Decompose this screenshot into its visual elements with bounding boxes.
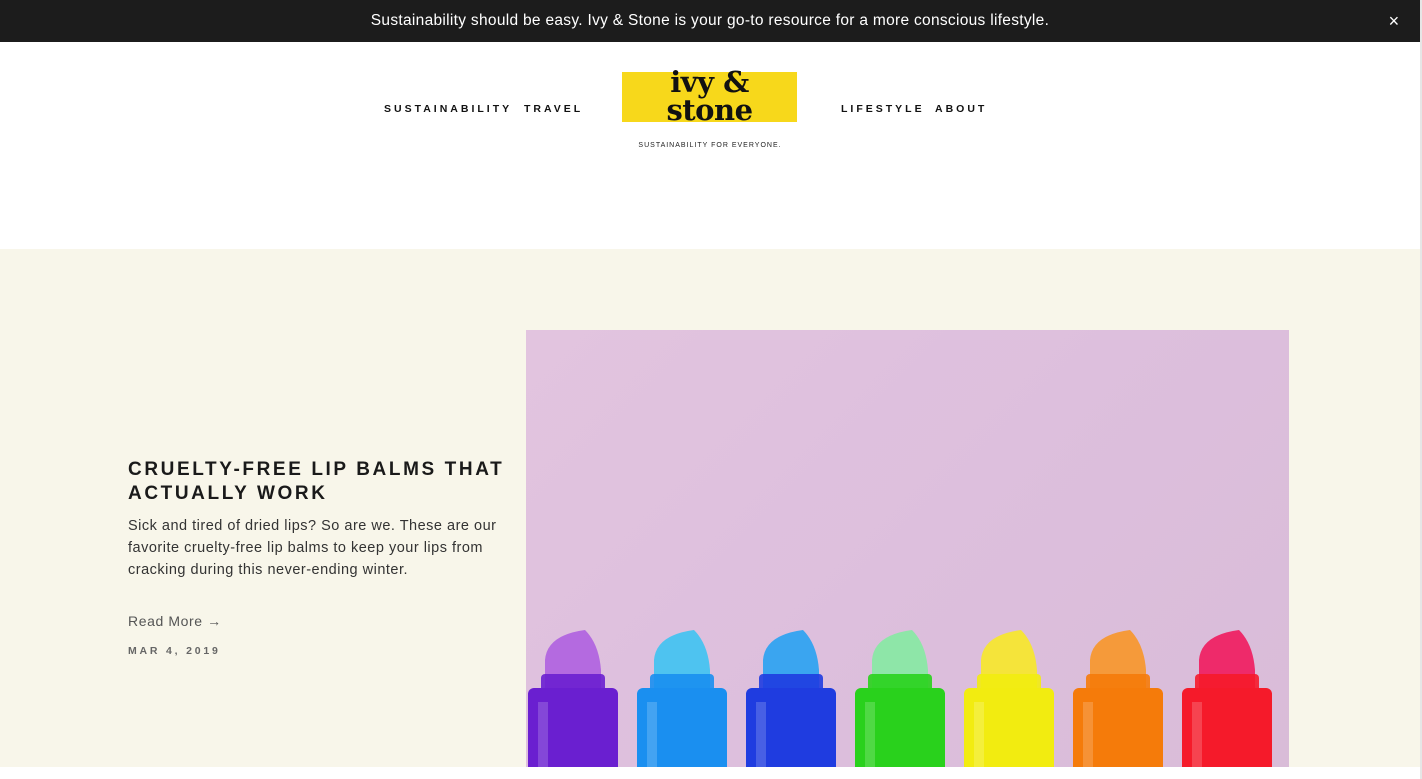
nav-travel[interactable]: TRAVEL	[524, 103, 583, 115]
read-more-link[interactable]: Read More →	[128, 613, 222, 629]
featured-image[interactable]	[526, 330, 1289, 779]
site-header: SUSTAINABILITY TRAVEL ivy & stone SUSTAI…	[0, 42, 1420, 249]
lip-balm-photo-icon	[528, 630, 1272, 779]
site-logo[interactable]: ivy & stone	[622, 68, 797, 125]
post-title[interactable]: CRUELTY-FREE LIP BALMS THAT ACTUALLY WOR…	[128, 458, 508, 506]
nav-about[interactable]: ABOUT	[935, 103, 987, 115]
lip-balm-blue	[746, 630, 836, 779]
nav-sustainability[interactable]: SUSTAINABILITY	[384, 103, 512, 115]
lip-balm-purple	[528, 630, 618, 779]
nav-lifestyle[interactable]: LIFESTYLE	[841, 103, 925, 115]
lip-balm-yellow	[964, 630, 1054, 779]
close-icon[interactable]: ×	[1382, 9, 1406, 33]
logo-wordmark: ivy & stone	[622, 65, 797, 127]
logo-line-1: ivy &	[670, 65, 749, 99]
section-divider	[0, 767, 1420, 779]
announcement-bar: Sustainability should be easy. Ivy & Sto…	[0, 0, 1420, 42]
logo-tagline: SUSTAINABILITY FOR EVERYONE.	[638, 142, 782, 149]
lip-balm-green	[855, 630, 945, 779]
post-excerpt: Sick and tired of dried lips? So are we.…	[128, 518, 497, 578]
lip-balm-orange	[1073, 630, 1163, 779]
lip-balm-light-blue	[637, 630, 727, 779]
announcement-text: Sustainability should be easy. Ivy & Sto…	[370, 12, 1050, 29]
logo-line-2: stone	[666, 93, 753, 127]
lip-balm-red	[1182, 630, 1272, 779]
post-date: MAR 4, 2019	[128, 645, 221, 657]
